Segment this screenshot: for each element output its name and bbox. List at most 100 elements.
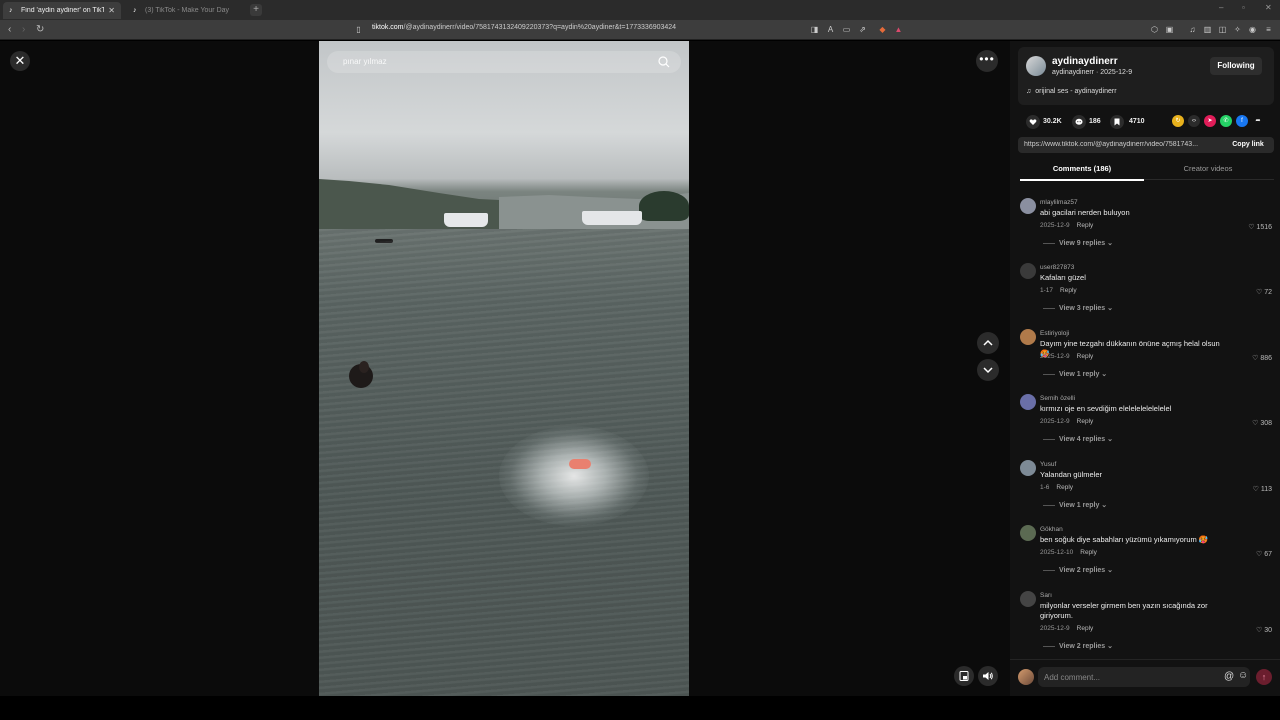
share-icon[interactable]: ➦ (1252, 115, 1264, 127)
comment-like-button[interactable]: ♡ 1516 (1248, 223, 1272, 231)
video-search-input[interactable]: pınar yılmaz (327, 51, 681, 73)
comment-like-button[interactable]: ♡ 30 (1256, 626, 1272, 634)
copy-link-button[interactable]: Copy link (1222, 137, 1274, 153)
commenter-name[interactable]: user827873 (1040, 264, 1074, 271)
comment-list: mlaylilmaz57 abi gacilari nerden buluyon 2… (1010, 193, 1280, 653)
comment-button[interactable] (1072, 115, 1086, 129)
cast-icon[interactable]: ▭ (842, 25, 851, 34)
author-name[interactable]: aydinaydinerr (1052, 56, 1118, 67)
send-comment-button[interactable]: ↑ (1256, 669, 1272, 685)
commenter-name[interactable]: mlaylilmaz57 (1040, 199, 1078, 206)
previous-video-button[interactable] (977, 332, 999, 354)
more-options-button[interactable]: ••• (976, 50, 998, 72)
menu-icon[interactable]: ≡ (1264, 25, 1273, 34)
comment-item: Sarı milyonlar verseler girmem ben yazın … (1010, 586, 1280, 653)
send-to-friends-icon[interactable]: ➤ (1204, 115, 1216, 127)
share-page-icon[interactable]: ⇗ (858, 25, 867, 34)
browser-tab[interactable]: ♪ (3) TikTok - Make Your Day (127, 2, 245, 19)
url-field[interactable]: tiktok.com/@aydinaydinerr/video/75817431… (372, 24, 676, 31)
heart-icon (1029, 119, 1037, 125)
commenter-name[interactable]: Yusuf (1040, 461, 1056, 468)
like-button[interactable] (1026, 115, 1040, 129)
close-tab-icon[interactable]: ✕ (108, 6, 115, 15)
comment-date: 2025-12-9 (1040, 353, 1070, 360)
comment-like-count: 308 (1260, 420, 1272, 427)
view-replies-button[interactable]: View 9 replies ⌄ (1043, 239, 1113, 247)
emoji-icon[interactable]: ☺ (1238, 670, 1248, 681)
close-video-button[interactable]: ✕ (10, 51, 30, 71)
author-avatar[interactable] (1026, 56, 1046, 76)
mention-icon[interactable]: @ (1224, 671, 1234, 682)
reply-button[interactable]: Reply (1056, 484, 1073, 491)
search-icon[interactable] (657, 55, 671, 69)
video-player[interactable]: pınar yılmaz (319, 41, 689, 696)
reply-button[interactable]: Reply (1060, 287, 1077, 294)
minimize-icon[interactable]: – (1219, 3, 1223, 12)
translate-icon[interactable]: A (826, 25, 835, 34)
tab-comments[interactable]: Comments (186) (1020, 164, 1144, 181)
commenter-name[interactable]: Estiriyoloji (1040, 330, 1069, 337)
chevron-up-icon (983, 339, 993, 346)
share-link-box: https://www.tiktok.com/@aydinaydinerr/vi… (1018, 137, 1274, 153)
commenter-avatar[interactable] (1020, 263, 1036, 279)
vpn-icon[interactable]: ◉ (1248, 25, 1257, 34)
following-button[interactable]: Following (1210, 57, 1262, 75)
rewards-icon[interactable]: ▲ (894, 25, 903, 34)
tab-creator-videos[interactable]: Creator videos (1146, 164, 1270, 173)
commenter-avatar[interactable] (1020, 460, 1036, 476)
commenter-avatar[interactable] (1020, 525, 1036, 541)
reply-button[interactable]: Reply (1077, 222, 1094, 229)
close-window-icon[interactable]: ✕ (1265, 3, 1272, 12)
reply-button[interactable]: Reply (1080, 549, 1097, 556)
commenter-avatar[interactable] (1020, 394, 1036, 410)
splash-shape (499, 426, 649, 526)
view-replies-button[interactable]: View 1 reply ⌄ (1043, 501, 1107, 509)
reply-button[interactable]: Reply (1077, 625, 1094, 632)
leo-icon[interactable]: ✧ (1233, 25, 1242, 34)
tabs-icon[interactable]: ◫ (1218, 25, 1227, 34)
commenter-name[interactable]: Gökhan (1040, 526, 1063, 533)
extension-icon[interactable]: ⬡ (1150, 25, 1159, 34)
comment-like-button[interactable]: ♡ 72 (1256, 288, 1272, 296)
media-icon[interactable]: ♫ (1188, 25, 1197, 34)
back-icon[interactable]: ‹ (8, 24, 11, 35)
commenter-name[interactable]: Sarı (1040, 592, 1052, 599)
next-video-button[interactable] (977, 359, 999, 381)
maximize-icon[interactable]: ▫ (1242, 3, 1245, 12)
comment-input[interactable]: Add comment... @ ☺ (1038, 667, 1250, 687)
comment-like-button[interactable]: ♡ 67 (1256, 550, 1272, 558)
view-replies-button[interactable]: View 1 reply ⌄ (1043, 370, 1107, 378)
view-replies-button[interactable]: View 2 replies ⌄ (1043, 642, 1113, 650)
view-replies-button[interactable]: View 2 replies ⌄ (1043, 566, 1113, 574)
save-button[interactable] (1110, 115, 1124, 129)
repost-icon[interactable]: ↻ (1172, 115, 1184, 127)
view-replies-button[interactable]: View 3 replies ⌄ (1043, 304, 1113, 312)
commenter-avatar[interactable] (1020, 591, 1036, 607)
bookmark-icon[interactable]: ▯ (354, 25, 363, 34)
wallet-icon[interactable]: ▣ (1165, 25, 1174, 34)
sound-link[interactable]: ♫ orijinal ses - aydinaydinerr (1026, 88, 1117, 95)
view-replies-button[interactable]: View 4 replies ⌄ (1043, 435, 1113, 443)
reply-button[interactable]: Reply (1077, 353, 1094, 360)
reply-button[interactable]: Reply (1077, 418, 1094, 425)
reload-icon[interactable]: ↻ (36, 24, 44, 35)
save-count: 4710 (1129, 118, 1145, 125)
browser-tab-active[interactable]: ♪ Find 'aydin aydiner' on TikTok ✕ (3, 2, 121, 19)
commenter-avatar[interactable] (1020, 198, 1036, 214)
commenter-avatar[interactable] (1020, 329, 1036, 345)
new-tab-button[interactable]: + (250, 4, 262, 16)
embed-icon[interactable]: ‹› (1188, 115, 1200, 127)
sidebar-icon[interactable]: ▥ (1203, 25, 1212, 34)
forward-icon[interactable]: › (22, 24, 25, 35)
commenter-name[interactable]: Semih özelli (1040, 395, 1075, 402)
comment-like-button[interactable]: ♡ 308 (1252, 419, 1272, 427)
share-link-text[interactable]: https://www.tiktok.com/@aydinaydinerr/vi… (1024, 141, 1210, 148)
volume-button[interactable] (978, 666, 998, 686)
brave-shield-icon[interactable]: ◆ (878, 25, 887, 34)
pip-button[interactable] (954, 666, 974, 686)
facebook-icon[interactable]: f (1236, 115, 1248, 127)
reader-icon[interactable]: ◨ (810, 25, 819, 34)
whatsapp-icon[interactable]: ✆ (1220, 115, 1232, 127)
comment-like-button[interactable]: ♡ 113 (1253, 485, 1272, 493)
comment-like-button[interactable]: ♡ 886 (1252, 354, 1272, 362)
